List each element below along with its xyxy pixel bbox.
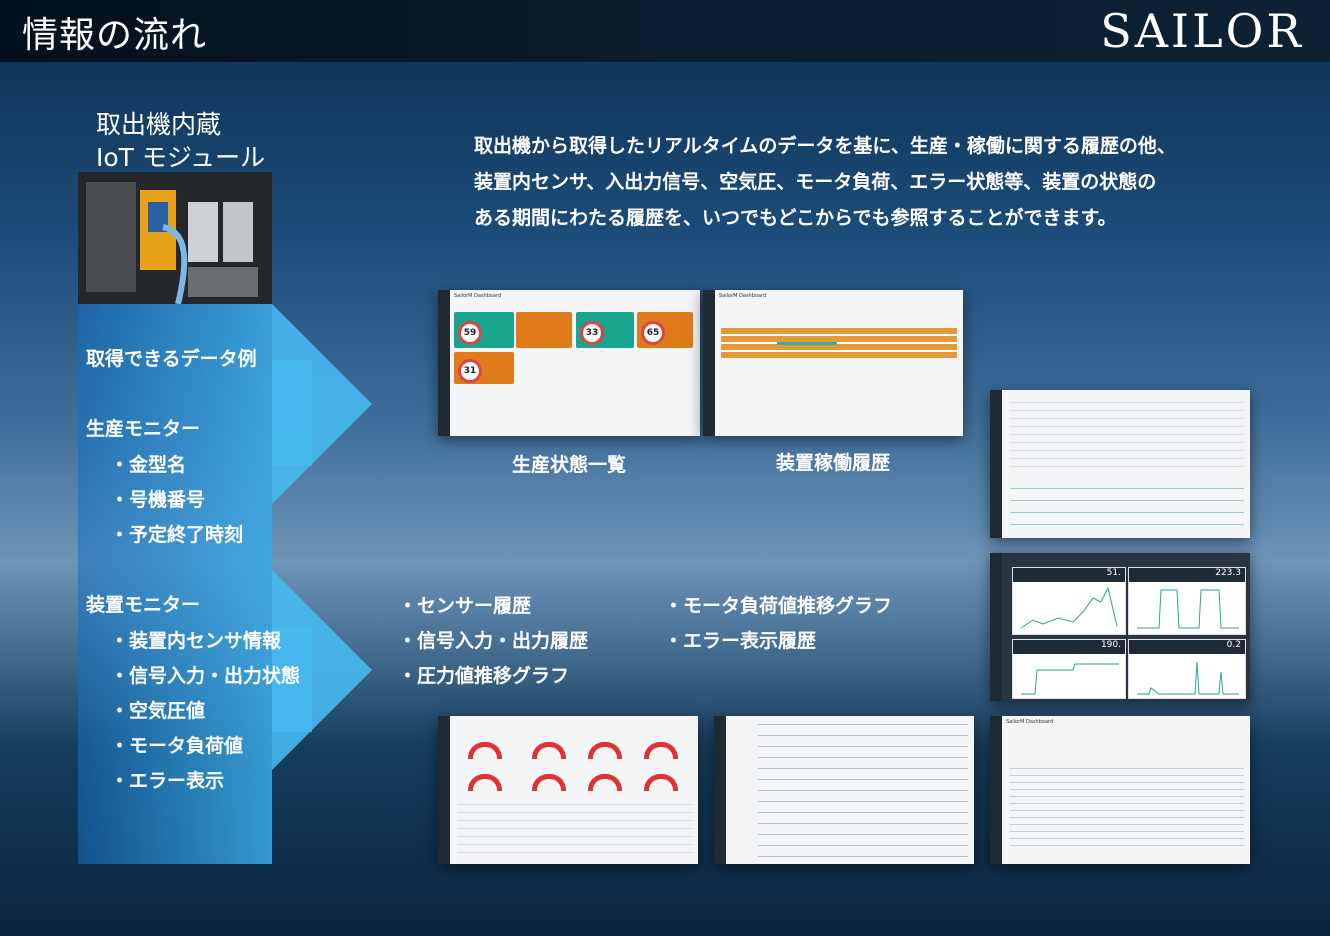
- percent-circle: 59: [458, 321, 482, 345]
- module-label-line1: 取出機内蔵: [96, 110, 222, 139]
- production-status-screen: SailorM Dashboard 59 33 65 31: [438, 290, 700, 436]
- description-line: 取出機から取得したリアルタイムのデータを基に、生産・稼働に関する履歴の他、: [474, 135, 1176, 157]
- history-item: ・信号入力・出力履歴: [398, 630, 589, 652]
- description: 取出機から取得したリアルタイムのデータを基に、生産・稼働に関する履歴の他、 装置…: [474, 128, 1294, 236]
- production-item: ・予定終了時刻: [110, 524, 244, 546]
- load-chart-line: [1137, 661, 1239, 695]
- module-label: 取出機内蔵 IoT モジュール: [96, 108, 265, 174]
- load-chart-line: [1020, 586, 1118, 629]
- pressure-graphs: [458, 804, 692, 860]
- iot-module-photo: [78, 172, 272, 304]
- device-item: ・空気圧値: [110, 700, 206, 722]
- app-sidebar: [438, 290, 450, 436]
- device-item: ・エラー表示: [110, 770, 225, 792]
- history-item: ・圧力値推移グラフ: [398, 665, 570, 687]
- load-chart-line: [1021, 663, 1119, 695]
- page-title: 情報の流れ: [22, 15, 208, 56]
- gauge-icon: [588, 774, 622, 791]
- device-heading: 装置モニター: [86, 594, 201, 616]
- gauge-icon: [468, 742, 502, 759]
- app-sidebar: [703, 290, 715, 436]
- gauge-icon: [644, 774, 678, 791]
- examples-heading: 取得できるデータ例: [86, 348, 257, 370]
- status-tile: 33: [576, 312, 634, 348]
- load-chart: 190.: [1012, 639, 1126, 699]
- dashboard-title: SailorM Dashboard: [719, 293, 767, 299]
- pressure-gauge-screen: [438, 716, 698, 864]
- app-sidebar: [990, 716, 1002, 864]
- load-chart: 0.2: [1128, 639, 1246, 699]
- percent-circle: 65: [641, 321, 665, 345]
- production-heading: 生産モニター: [86, 418, 201, 440]
- load-chart-line: [1137, 589, 1239, 629]
- sensor-table: [1010, 402, 1244, 474]
- gauge-icon: [468, 774, 502, 791]
- module-label-line2: IoT モジュール: [96, 143, 266, 172]
- sailor-logo: SAILOR: [1100, 4, 1304, 58]
- dashboard-title: SailorM Dashboard: [454, 293, 502, 299]
- description-line: ある期間にわたる履歴を、いつでもどこからでも参照することができます。: [474, 207, 1117, 229]
- device-item: ・信号入力・出力状態: [110, 665, 301, 687]
- history-item: ・センサー履歴: [398, 595, 532, 617]
- status-tile: 65: [637, 312, 693, 348]
- description-line: 装置内センサ、入出力信号、空気圧、モータ負荷、エラー状態等、装置の状態の: [474, 171, 1157, 193]
- app-sidebar: [990, 390, 1002, 538]
- production-item: ・金型名: [110, 454, 187, 476]
- caption-production-status: 生産状態一覧: [511, 454, 626, 476]
- gauge-icon: [588, 742, 622, 759]
- status-tile: [516, 312, 572, 348]
- gauge-icon: [532, 742, 566, 759]
- timeline-bars: [721, 328, 957, 358]
- flow-arrow-upper-head: [272, 304, 372, 504]
- signal-timeline: [758, 724, 968, 860]
- sensor-history-screen: [990, 390, 1250, 538]
- device-item: ・モータ負荷値: [110, 735, 244, 757]
- timeline-run-segment: [777, 342, 837, 345]
- error-history-screen: SailorM Dashboard: [990, 716, 1250, 864]
- app-sidebar: [438, 716, 450, 864]
- gauge-icon: [532, 774, 566, 791]
- dashboard-title: SailorM Dashboard: [1006, 719, 1054, 725]
- module-photo-icon: [78, 172, 272, 304]
- history-item: ・モータ負荷値推移グラフ: [664, 595, 893, 617]
- caption-device-history: 装置稼働履歴: [775, 452, 890, 474]
- app-sidebar: [714, 716, 726, 864]
- gauge-icon: [644, 742, 678, 759]
- error-table: [1010, 768, 1244, 846]
- header-bar: 情報の流れ SAILOR: [0, 0, 1330, 62]
- motor-load-screen: 51. 223.3 190. 0.2: [990, 553, 1250, 701]
- sensor-graphs: [1010, 488, 1244, 530]
- status-tile: 59: [454, 312, 514, 348]
- percent-circle: 31: [458, 359, 482, 383]
- load-chart: 223.3: [1128, 567, 1246, 635]
- device-item: ・装置内センサ情報: [110, 630, 282, 652]
- app-sidebar: [990, 553, 1002, 701]
- device-history-screen: SailorM Dashboard: [703, 290, 963, 436]
- production-item: ・号機番号: [110, 489, 206, 511]
- history-item: ・エラー表示履歴: [664, 630, 817, 652]
- signal-io-screen: [714, 716, 974, 864]
- percent-circle: 33: [580, 321, 604, 345]
- load-chart: 51.: [1012, 567, 1126, 635]
- status-tile: 31: [454, 352, 514, 384]
